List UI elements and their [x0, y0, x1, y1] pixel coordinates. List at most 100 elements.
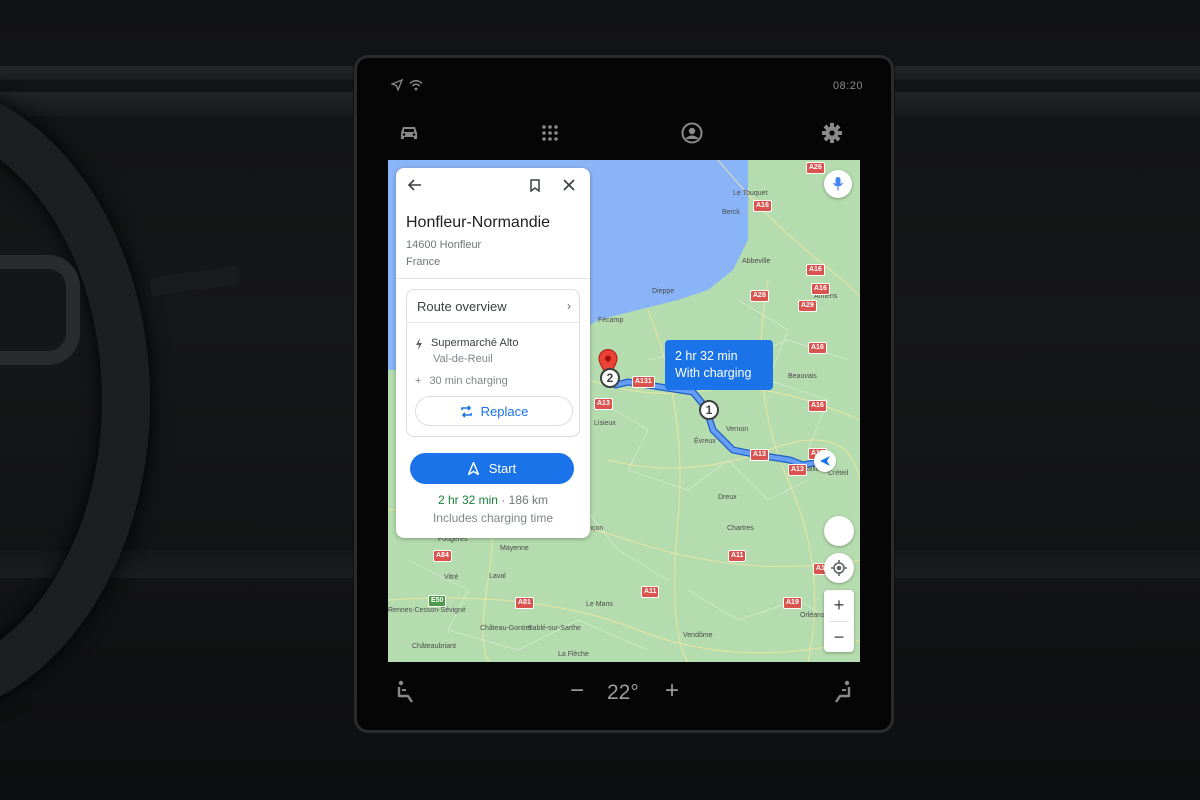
swap-icon	[460, 404, 472, 418]
route-overview-label: Route overview	[417, 299, 507, 314]
navigation-icon	[467, 462, 479, 475]
charging-stop: Supermarché Alto	[415, 337, 518, 350]
charging-duration-text: 30 min charging	[429, 375, 508, 387]
route-note: Includes charging time	[432, 511, 554, 525]
charging-stop-name: Supermarché Alto	[431, 337, 519, 349]
zoom-out-button[interactable]: −	[824, 622, 854, 653]
place-address: 14600 Honfleur	[406, 239, 482, 251]
replace-button[interactable]: Replace	[415, 396, 573, 426]
car-dashboard-scene: 08:20 Le Touquet Berck Abbeville Amiens …	[0, 0, 1200, 800]
settings-button[interactable]	[817, 120, 847, 150]
route-duration: 2 hr 32 min	[437, 493, 498, 507]
temperature-display: 22°	[607, 681, 639, 704]
charging-duration: + 30 min charging	[415, 375, 508, 387]
climate-bar: − 22° +	[357, 679, 891, 710]
highway-shield: A11	[641, 586, 660, 598]
arrow-back-icon	[408, 179, 421, 191]
compass-button[interactable]	[824, 516, 854, 546]
city-label: La Flèche	[558, 651, 589, 658]
city-label: Vernon	[726, 426, 749, 433]
city-label: Laval	[489, 573, 506, 580]
highway-shield: A19	[783, 597, 802, 609]
app-grid-button[interactable]	[535, 120, 565, 150]
temperature-increase-button[interactable]: +	[660, 679, 684, 704]
lightning-bolt-icon	[416, 338, 422, 350]
city-label: Chartres	[727, 525, 754, 532]
passenger-seat-button[interactable]	[831, 680, 855, 704]
replace-label: Replace	[480, 403, 529, 419]
start-navigation-button[interactable]: Start	[410, 453, 574, 484]
city-label: Créteil	[828, 470, 849, 477]
clock: 08:20	[832, 80, 863, 92]
my-location-icon	[831, 560, 847, 576]
steering-stalk	[149, 265, 241, 297]
city-label: Évreux	[694, 438, 716, 445]
route-distance: 186 km	[508, 493, 549, 507]
map-view[interactable]: Le Touquet Berck Abbeville Amiens Dieppe…	[388, 160, 860, 662]
highway-shield: E50	[428, 595, 447, 607]
recenter-button[interactable]	[824, 553, 854, 583]
city-label: Berck	[722, 209, 740, 216]
card-header	[396, 168, 590, 202]
driver-seat-icon	[397, 680, 413, 703]
city-label: Abbeville	[742, 258, 771, 265]
highway-shield: A26	[806, 162, 825, 174]
start-label: Start	[488, 461, 517, 476]
place-details-card: Honfleur-Normandie 14600 Honfleur France…	[396, 168, 590, 538]
city-label: Le Mans	[586, 601, 613, 608]
bubble-note: With charging	[675, 366, 752, 380]
highway-shield: A16	[808, 342, 827, 354]
city-label: Sablé-sur-Sarthe	[528, 625, 581, 632]
highway-shield: A13	[750, 449, 769, 461]
route-summary: 2 hr 32 min · 186 km	[396, 493, 590, 507]
highway-shield: A28	[750, 290, 769, 302]
divider	[396, 278, 590, 279]
city-label: Orléans	[800, 612, 825, 619]
route-overview-panel: Route overview › Supermarché Alto Val-de…	[406, 289, 580, 437]
city-label: Rennes-Cesson-Sévigné	[388, 607, 466, 614]
microphone-icon	[832, 177, 844, 191]
close-button[interactable]	[560, 176, 578, 194]
voice-search-button[interactable]	[824, 170, 852, 198]
city-label: Vitré	[444, 574, 459, 581]
place-country: France	[406, 256, 441, 268]
car-button[interactable]	[394, 120, 424, 150]
app-grid-icon	[541, 124, 559, 147]
steering-wheel-hub	[0, 255, 80, 365]
highway-shield: A29	[798, 300, 817, 312]
temperature-decrease-button[interactable]: −	[565, 679, 589, 704]
chevron-right-icon: ›	[567, 299, 571, 313]
zoom-controls: + −	[824, 590, 854, 652]
compass-icon	[836, 523, 842, 539]
city-label: Dreux	[718, 494, 737, 501]
zoom-in-button[interactable]: +	[824, 590, 854, 621]
route-overview-button[interactable]: Route overview ›	[407, 290, 579, 323]
city-label: Fécamp	[598, 317, 624, 324]
waypoint-marker[interactable]: 2	[600, 368, 620, 388]
city-label: Châteaubriant	[412, 643, 456, 650]
city-label: Lisieux	[594, 420, 616, 427]
highway-shield: A84	[433, 550, 452, 562]
driver-seat-button[interactable]	[395, 680, 419, 704]
back-button[interactable]	[406, 176, 424, 194]
save-button[interactable]	[526, 176, 544, 194]
city-label: Vendôme	[683, 632, 713, 639]
passenger-seat-icon	[835, 680, 851, 703]
infotainment-screen: 08:20 Le Touquet Berck Abbeville Amiens …	[354, 55, 894, 733]
current-location-marker	[814, 450, 836, 472]
highway-shield: A16	[753, 200, 772, 212]
waypoint-marker[interactable]: 1	[699, 400, 719, 420]
status-bar: 08:20	[357, 76, 891, 96]
highway-shield: A16	[808, 400, 827, 412]
charging-stop-location: Val-de-Reuil	[433, 353, 493, 365]
bookmark-icon	[530, 178, 540, 192]
profile-button[interactable]	[677, 120, 707, 150]
top-navigation	[357, 120, 891, 150]
highway-shield: A11	[728, 550, 747, 562]
profile-icon	[681, 122, 703, 149]
bubble-duration: 2 hr 32 min	[675, 349, 738, 363]
highway-shield: A16	[811, 283, 830, 295]
navigation-arrow-icon	[820, 456, 830, 466]
highway-shield: A131	[632, 376, 655, 388]
route-duration-bubble[interactable]: 2 hr 32 min With charging	[665, 340, 773, 390]
